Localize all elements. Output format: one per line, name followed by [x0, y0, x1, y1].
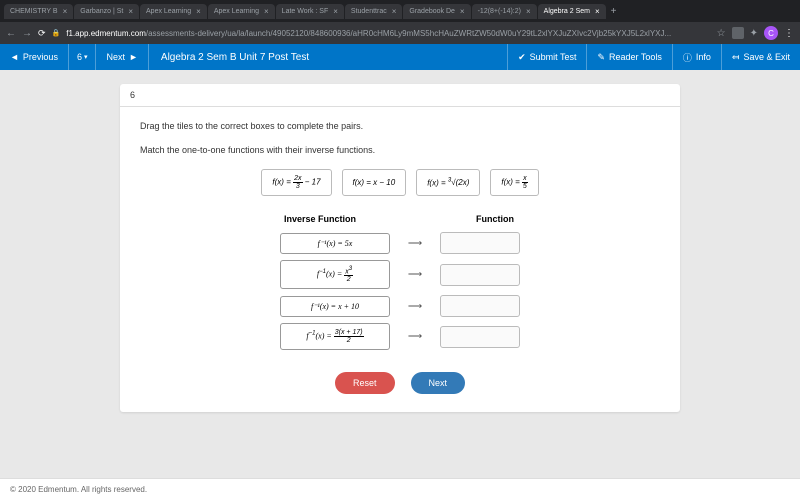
tab-calc[interactable]: -12(8+(-14):2)×	[472, 4, 537, 19]
content-area: 6 Drag the tiles to the correct boxes to…	[0, 70, 800, 484]
check-icon: ✔	[518, 52, 526, 63]
previous-button[interactable]: ◄Previous	[0, 44, 69, 70]
close-icon[interactable]: ×	[128, 7, 133, 16]
page-title: Algebra 2 Sem B Unit 7 Post Test	[149, 52, 507, 63]
lock-icon: 🔒	[52, 29, 61, 37]
reader-tools-button[interactable]: ✎Reader Tools	[586, 44, 671, 70]
drop-zone-2[interactable]	[440, 264, 520, 286]
info-button[interactable]: ⓘInfo	[672, 44, 721, 70]
pair-row-2: f−1(x) = x32 ⟶	[140, 260, 660, 289]
question-number: 6	[120, 84, 680, 107]
tab-latework[interactable]: Late Work : SF×	[276, 4, 344, 19]
tab-studenttrac[interactable]: Studenttrac×	[345, 4, 402, 19]
pencil-icon: ✎	[597, 52, 605, 63]
tile-3[interactable]: f(x) = 3√(2x)	[416, 169, 480, 196]
inverse-box-3: f⁻¹(x) = x + 10	[280, 296, 390, 317]
tile-4[interactable]: f(x) = x5	[490, 169, 538, 196]
tile-2[interactable]: f(x) = x − 10	[342, 169, 407, 196]
exit-icon: ⤆	[732, 52, 740, 63]
drop-zone-1[interactable]	[440, 232, 520, 254]
tiles-row: f(x) = 2x3 − 17 f(x) = x − 10 f(x) = 3√(…	[140, 169, 660, 196]
tab-apex-2[interactable]: Apex Learning×	[208, 4, 275, 19]
address-bar: ← → ⟳ 🔒 f1.app.edmentum.com/assessments-…	[0, 22, 800, 44]
app-toolbar: ◄Previous 6▾ Next► Algebra 2 Sem B Unit …	[0, 44, 800, 70]
close-icon[interactable]: ×	[595, 7, 600, 16]
footer: © 2020 Edmentum. All rights reserved.	[0, 478, 800, 500]
url-field[interactable]: f1.app.edmentum.com/assessments-delivery…	[66, 29, 710, 38]
inverse-box-4: f−1(x) = 3(x + 17)2	[280, 323, 390, 350]
browser-tabs-bar: CHEMISTRY B× Garbanzo | St× Apex Learnin…	[0, 0, 800, 22]
header-inverse: Inverse Function	[265, 214, 375, 224]
chevron-right-icon: ►	[129, 52, 138, 62]
question-selector[interactable]: 6▾	[69, 44, 97, 70]
chevron-left-icon: ◄	[10, 52, 19, 62]
info-icon: ⓘ	[683, 51, 692, 64]
new-tab-button[interactable]: +	[607, 6, 621, 17]
button-row: Reset Next	[140, 372, 660, 394]
chevron-down-icon: ▾	[84, 53, 88, 61]
next-button[interactable]: Next►	[96, 44, 148, 70]
close-icon[interactable]: ×	[63, 7, 68, 16]
arrow-icon: ⟶	[400, 301, 430, 312]
close-icon[interactable]: ×	[526, 7, 531, 16]
extension-icon[interactable]	[732, 27, 744, 39]
instruction-2: Match the one-to-one functions with thei…	[140, 145, 660, 155]
pair-row-4: f−1(x) = 3(x + 17)2 ⟶	[140, 323, 660, 350]
profile-avatar[interactable]: C	[764, 26, 778, 40]
extensions-icon[interactable]: ✦	[750, 28, 758, 39]
tab-gradebook[interactable]: Gradebook De×	[403, 4, 470, 19]
close-icon[interactable]: ×	[264, 7, 269, 16]
tab-chemistry[interactable]: CHEMISTRY B×	[4, 4, 73, 19]
arrow-icon: ⟶	[400, 269, 430, 280]
tab-garbanzo[interactable]: Garbanzo | St×	[74, 4, 139, 19]
star-icon[interactable]: ☆	[717, 28, 726, 39]
question-body: Drag the tiles to the correct boxes to c…	[120, 107, 680, 412]
reset-button[interactable]: Reset	[335, 372, 395, 394]
close-icon[interactable]: ×	[392, 7, 397, 16]
drop-zone-3[interactable]	[440, 295, 520, 317]
forward-icon[interactable]: →	[22, 28, 32, 39]
back-icon[interactable]: ←	[6, 28, 16, 39]
close-icon[interactable]: ×	[333, 7, 338, 16]
instruction-1: Drag the tiles to the correct boxes to c…	[140, 121, 660, 131]
menu-icon[interactable]: ⋮	[784, 28, 794, 39]
arrow-icon: ⟶	[400, 331, 430, 342]
question-card: 6 Drag the tiles to the correct boxes to…	[120, 84, 680, 412]
close-icon[interactable]: ×	[196, 7, 201, 16]
header-function: Function	[455, 214, 535, 224]
pair-row-1: f⁻¹(x) = 5x ⟶	[140, 232, 660, 254]
reload-icon[interactable]: ⟳	[38, 28, 46, 39]
arrow-icon: ⟶	[400, 238, 430, 249]
tile-1[interactable]: f(x) = 2x3 − 17	[261, 169, 331, 196]
tab-apex-1[interactable]: Apex Learning×	[140, 4, 207, 19]
inverse-box-2: f−1(x) = x32	[280, 260, 390, 289]
drop-zone-4[interactable]	[440, 326, 520, 348]
pair-row-3: f⁻¹(x) = x + 10 ⟶	[140, 295, 660, 317]
tab-algebra[interactable]: Algebra 2 Sem×	[538, 4, 606, 19]
inverse-box-1: f⁻¹(x) = 5x	[280, 233, 390, 254]
close-icon[interactable]: ×	[460, 7, 465, 16]
next-button[interactable]: Next	[411, 372, 466, 394]
match-headers: Inverse Function Function	[140, 214, 660, 224]
save-exit-button[interactable]: ⤆Save & Exit	[721, 44, 800, 70]
submit-test-button[interactable]: ✔Submit Test	[507, 44, 586, 70]
